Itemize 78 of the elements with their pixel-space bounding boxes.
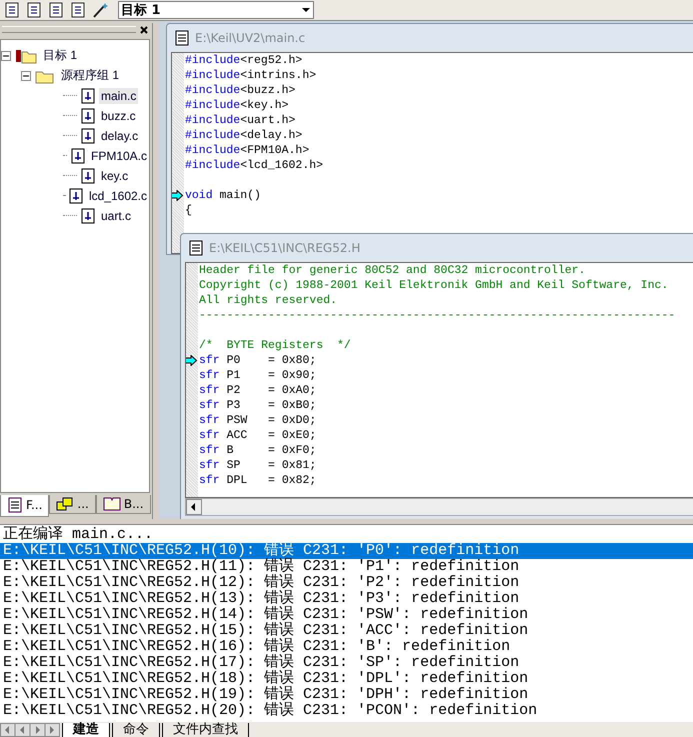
output-line[interactable]: 正在编译 main.c... <box>0 526 693 543</box>
output-line[interactable]: E:\KEIL\C51\INC\REG52.H(15): 错误 C231: 'ACC': redefinition <box>0 622 693 639</box>
code-line: /* BYTE Registers */ <box>199 338 351 352</box>
toolbar-document-icon[interactable] <box>70 2 86 18</box>
document-icon <box>7 497 23 514</box>
document-icon <box>175 30 189 46</box>
window-title: E:\KEIL\C51\INC\REG52.H <box>209 240 360 255</box>
output-line[interactable]: E:\KEIL\C51\INC\REG52.H(19): 错误 C231: 'DPH': redefinition <box>0 686 693 703</box>
tree-item[interactable]: main.c <box>99 88 138 104</box>
output-line[interactable]: E:\KEIL\C51\INC\REG52.H(20): 错误 C231: 'PCON': redefinition <box>0 702 693 719</box>
code-line: sfr B = 0xF0; <box>199 444 316 457</box>
toolbar-document-icon[interactable] <box>48 2 64 18</box>
code-line: #include<intrins.h> <box>185 68 316 82</box>
toolbar-document-icon[interactable] <box>4 2 20 18</box>
code-line: All rights reserved. <box>199 294 338 307</box>
output-line[interactable]: E:\KEIL\C51\INC\REG52.H(17): 错误 C231: 'SP': redefinition <box>0 654 693 671</box>
code-line: { <box>185 204 192 217</box>
close-icon[interactable] <box>138 24 150 36</box>
output-line[interactable]: E:\KEIL\C51\INC\REG52.H(16): 错误 C231: 'B': redefinition <box>0 638 693 655</box>
output-tab[interactable]: 建造 <box>62 722 110 737</box>
c-file-icon <box>81 208 95 224</box>
magic-wand-icon[interactable] <box>92 2 110 18</box>
code-line: sfr ACC = 0xE0; <box>199 428 316 442</box>
collapse-icon[interactable] <box>21 70 31 81</box>
tree-item[interactable]: 目标 1 <box>41 46 80 66</box>
output-line[interactable]: E:\KEIL\C51\INC\REG52.H(13): 错误 C231: 'P3': redefinition <box>0 590 693 607</box>
code-line: sfr SP = 0x81; <box>199 458 316 472</box>
code-line: #include<FPM10A.h> <box>185 144 310 157</box>
output-line[interactable]: E:\KEIL\C51\INC\REG52.H(14): 错误 C231: 'PSW': redefinition <box>0 606 693 623</box>
target-dropdown[interactable]: 目标 1 <box>118 0 314 19</box>
toolbar-document-icon[interactable] <box>26 2 42 18</box>
code-line: #include<buzz.h> <box>185 84 296 97</box>
code-line: sfr P3 = 0xB0; <box>199 398 316 412</box>
c-file-icon <box>81 88 95 104</box>
output-tab[interactable]: 文件内查找 <box>162 722 249 737</box>
scroll-left-icon[interactable] <box>186 498 202 515</box>
output-line[interactable]: E:\KEIL\C51\INC\REG52.H(12): 错误 C231: 'P2': redefinition <box>0 574 693 591</box>
c-file-icon <box>81 168 95 184</box>
code-line: #include<key.h> <box>185 98 289 112</box>
code-line: #include<delay.h> <box>185 128 302 142</box>
panel-tab[interactable]: ... <box>49 494 96 514</box>
window-title: E:\Keil\UV2\main.c <box>195 30 306 45</box>
code-line: sfr PSW = 0xD0; <box>199 414 316 427</box>
c-file-icon <box>81 128 95 144</box>
tree-item[interactable]: key.c <box>99 168 130 184</box>
code-line: sfr P1 = 0x90; <box>199 368 316 382</box>
panel-grip[interactable] <box>2 26 136 34</box>
code-line: Header file for generic 80C52 and 80C32 microcontroller. <box>199 264 586 277</box>
tree-item[interactable]: buzz.c <box>99 108 138 124</box>
c-file-icon <box>70 148 85 164</box>
document-icon <box>189 240 203 256</box>
code-line: Copyright (c) 1988-2001 Keil Elektronik GmbH and Keil Software, Inc. <box>199 278 668 292</box>
code-line: #include<reg52.h> <box>185 54 302 67</box>
code-line: void main() <box>185 188 261 202</box>
panel-tab[interactable]: F... <box>0 494 50 517</box>
code-line: sfr DPL = 0x82; <box>199 474 316 487</box>
collapse-icon[interactable] <box>1 50 11 61</box>
tree-item[interactable]: uart.c <box>99 208 134 224</box>
tree-item[interactable]: lcd_1602.c <box>86 188 149 204</box>
c-file-icon <box>81 108 95 124</box>
output-tab[interactable]: 命令 <box>112 722 160 737</box>
code-line: --------------------------------------------------------------------- <box>199 308 676 322</box>
panel-tab[interactable]: B... <box>96 494 151 514</box>
output-line[interactable]: E:\KEIL\C51\INC\REG52.H(11): 错误 C231: 'P1': redefinition <box>0 558 693 575</box>
code-line: sfr P0 = 0x80; <box>199 354 316 367</box>
tab-scroll-arrows-icon[interactable] <box>0 722 60 737</box>
code-line: #include<uart.h> <box>185 114 296 127</box>
folder-icon <box>15 48 37 64</box>
tree-item[interactable]: 源程序组 1 <box>59 66 122 86</box>
tree-item[interactable]: delay.c <box>99 128 140 144</box>
code-line: #include<lcd_1602.h> <box>185 158 324 172</box>
code-line: sfr P2 = 0xA0; <box>199 384 316 397</box>
output-line[interactable]: E:\KEIL\C51\INC\REG52.H(18): 错误 C231: 'DPL': redefinition <box>0 670 693 687</box>
tree-item[interactable]: FPM10A.c <box>88 148 149 164</box>
horizontal-scrollbar[interactable] <box>185 498 693 516</box>
books-icon <box>56 496 74 512</box>
c-file-icon <box>68 188 83 204</box>
book-icon <box>102 496 121 512</box>
